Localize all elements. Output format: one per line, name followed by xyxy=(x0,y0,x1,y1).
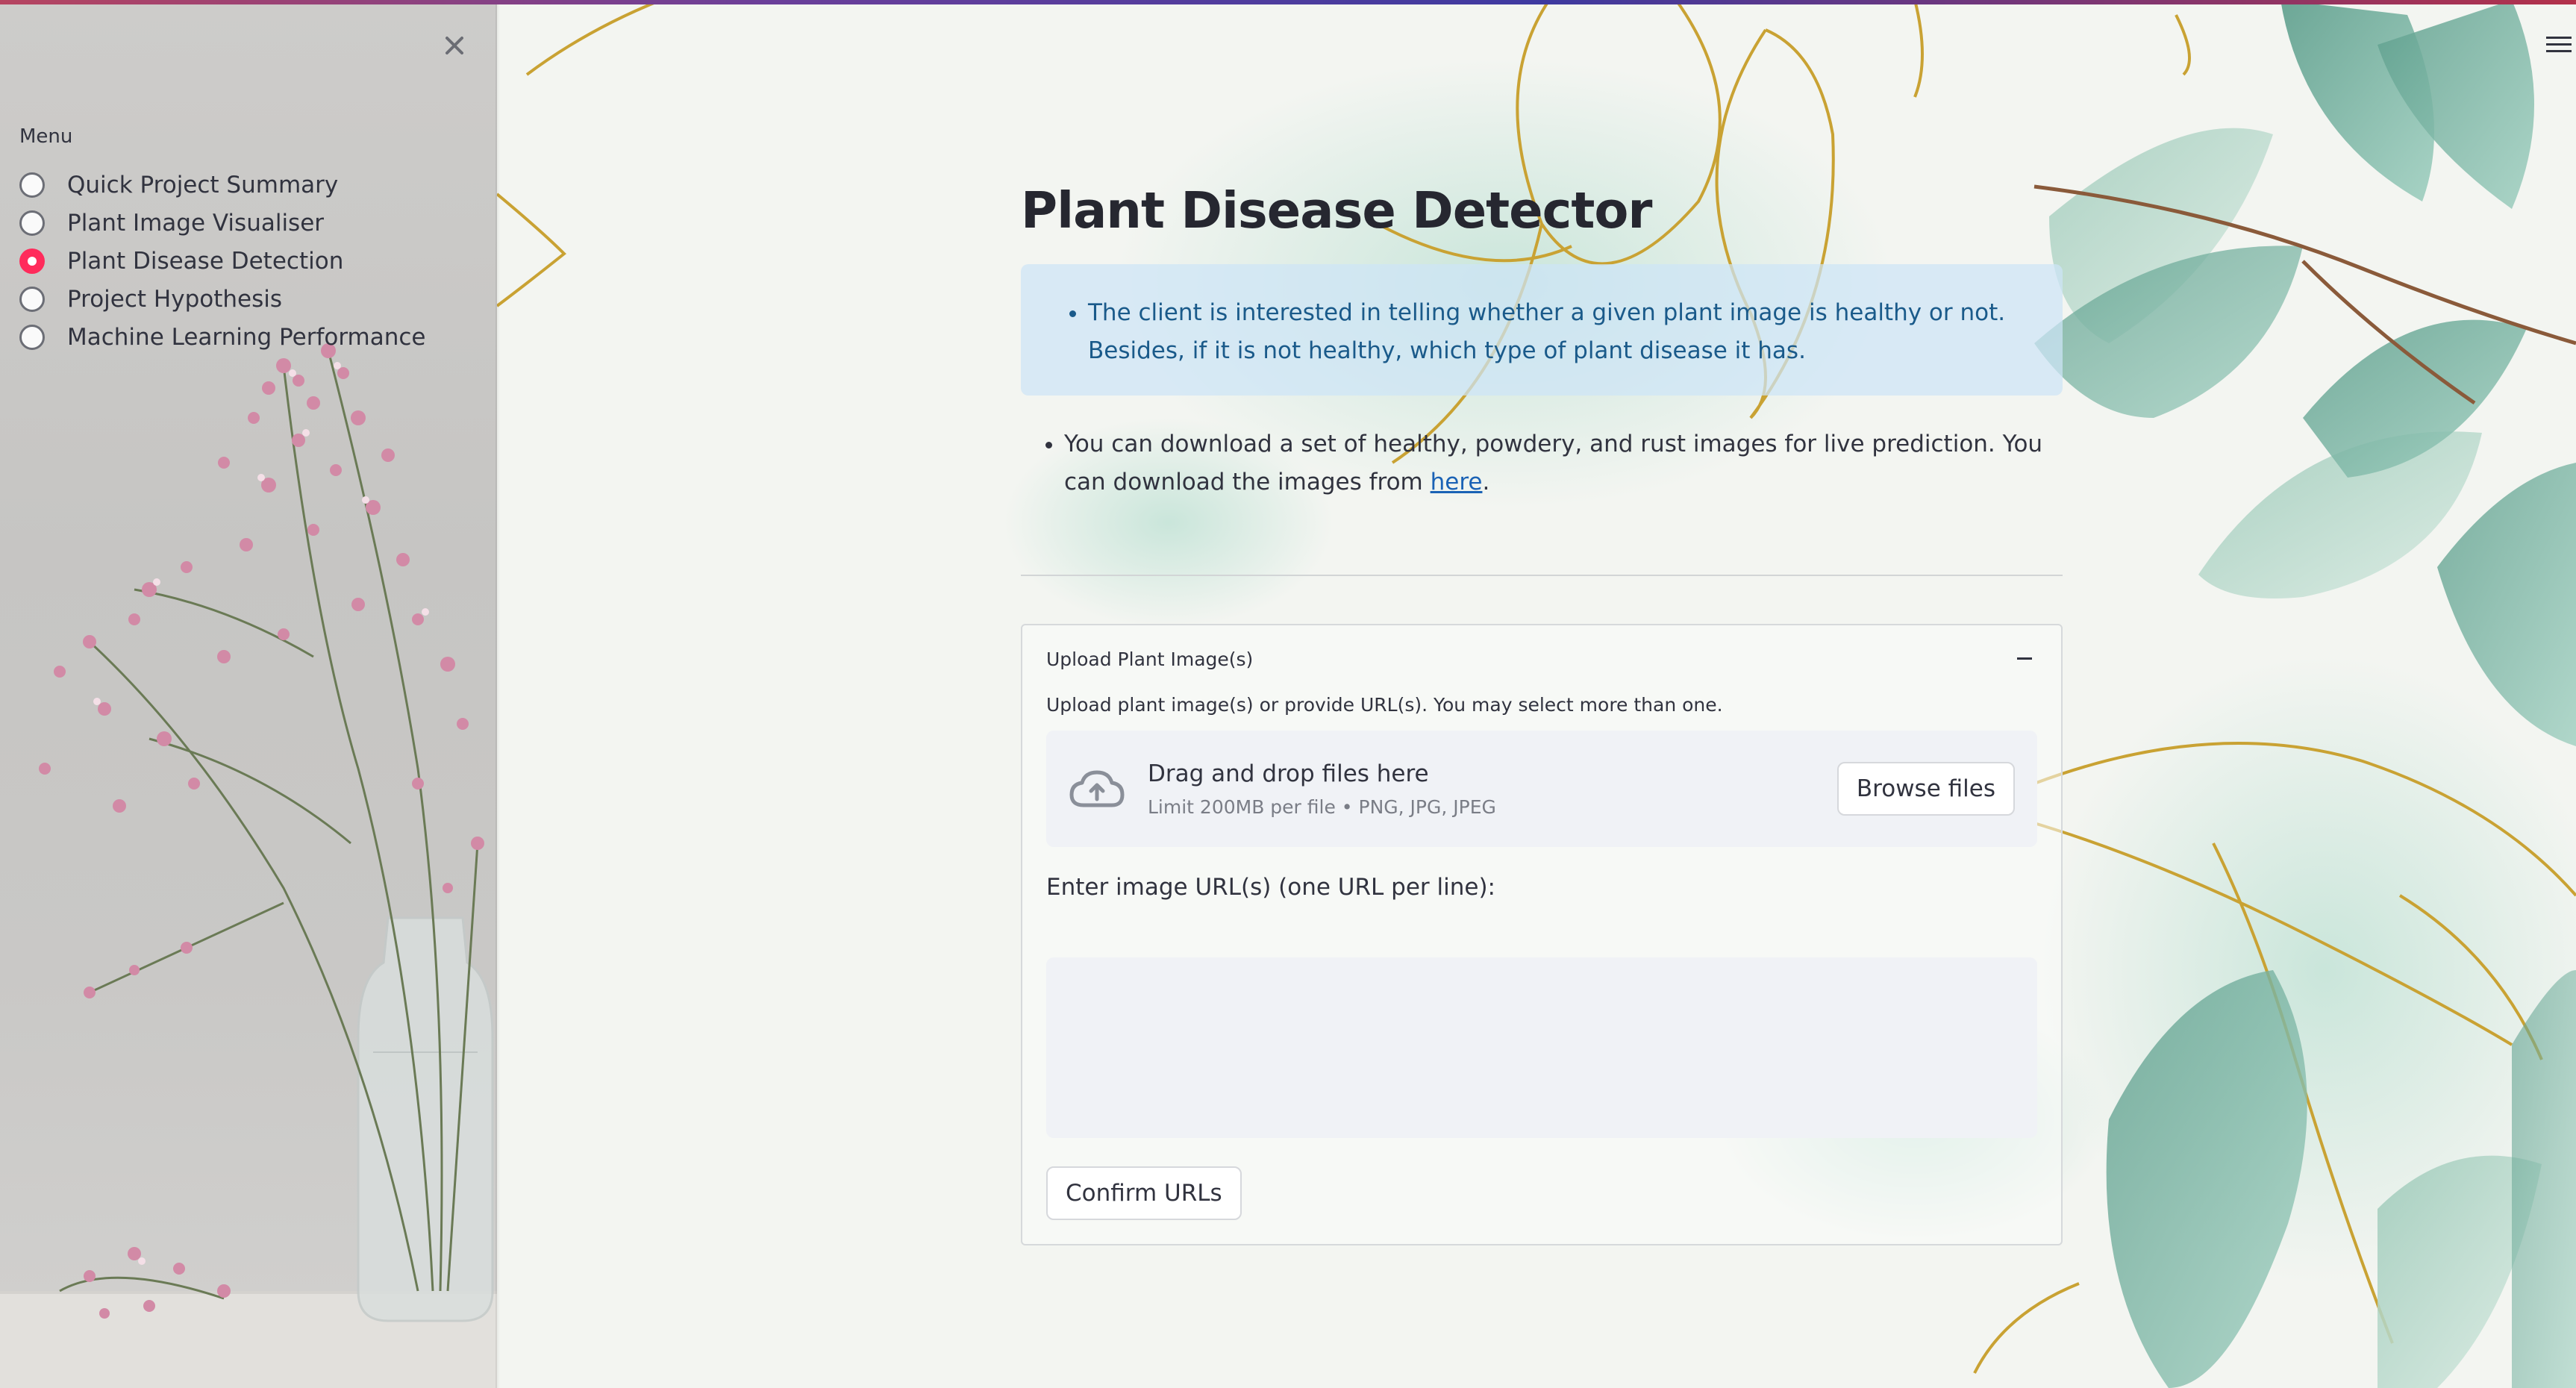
url-input-label: Enter image URL(s) (one URL per line): xyxy=(1046,874,1495,901)
menu-radio-group: Quick Project Summary Plant Image Visual… xyxy=(19,166,426,356)
minus-icon xyxy=(2017,657,2032,660)
expander-title: Upload Plant Image(s) xyxy=(1046,648,1254,670)
main-content: Plant Disease Detector The client is int… xyxy=(1021,149,2063,1245)
menu-item-project-hypothesis[interactable]: Project Hypothesis xyxy=(19,280,426,318)
page-title: Plant Disease Detector xyxy=(1021,181,1652,240)
sidebar-edge xyxy=(495,0,500,1388)
menu-item-label: Project Hypothesis xyxy=(67,285,283,313)
menu-item-label: Machine Learning Performance xyxy=(67,323,426,351)
download-end: . xyxy=(1482,469,1490,496)
radio-button[interactable] xyxy=(19,210,45,236)
flower-vase-image xyxy=(0,343,497,1388)
file-dropzone[interactable]: Drag and drop files here Limit 200MB per… xyxy=(1046,731,2037,847)
close-icon xyxy=(446,37,463,54)
download-list-item: You can download a set of healthy, powde… xyxy=(1064,425,2063,501)
dropzone-limit: Limit 200MB per file • PNG, JPG, JPEG xyxy=(1148,795,1496,818)
info-text: The client is interested in telling whet… xyxy=(1088,294,2040,370)
radio-button[interactable] xyxy=(19,324,45,350)
info-alert: The client is interested in telling whet… xyxy=(1021,264,2063,396)
radio-button-selected[interactable] xyxy=(19,248,45,274)
dropzone-text: Drag and drop files here Limit 200MB per… xyxy=(1148,760,1496,818)
menu-title: Menu xyxy=(19,125,73,148)
download-link[interactable]: here xyxy=(1431,469,1483,496)
browse-files-button[interactable]: Browse files xyxy=(1836,762,2015,816)
dropzone-instructions: Drag and drop files here Limit 200MB per… xyxy=(1069,760,1496,818)
menu-item-plant-image-visualiser[interactable]: Plant Image Visualiser xyxy=(19,204,426,242)
top-decoration-bar xyxy=(0,0,2576,4)
app-window: Menu Quick Project Summary Plant Image V… xyxy=(0,0,2576,1388)
upload-description: Upload plant image(s) or provide URL(s).… xyxy=(1046,694,1723,716)
main-menu-icon[interactable] xyxy=(2546,30,2576,60)
cloud-upload-icon xyxy=(1069,770,1125,807)
confirm-urls-button[interactable]: Confirm URLs xyxy=(1046,1166,1242,1220)
url-textarea[interactable] xyxy=(1046,957,2037,1138)
radio-button[interactable] xyxy=(19,172,45,198)
upload-expander: Upload Plant Image(s) Upload plant image… xyxy=(1021,624,2063,1245)
close-sidebar-button[interactable] xyxy=(436,27,473,64)
collapse-button[interactable] xyxy=(2012,646,2037,672)
dropzone-title: Drag and drop files here xyxy=(1148,760,1429,787)
menu-item-label: Quick Project Summary xyxy=(67,171,339,198)
radio-button[interactable] xyxy=(19,286,45,312)
divider xyxy=(1021,575,2063,576)
menu-item-quick-project-summary[interactable]: Quick Project Summary xyxy=(19,166,426,204)
confirm-row: Confirm URLs xyxy=(1046,1166,2037,1220)
menu-item-label: Plant Disease Detection xyxy=(67,247,344,275)
download-text: You can download a set of healthy, powde… xyxy=(1064,431,2043,496)
menu-item-machine-learning-performance[interactable]: Machine Learning Performance xyxy=(19,318,426,356)
expander-header[interactable]: Upload Plant Image(s) xyxy=(1046,646,2037,672)
menu-item-plant-disease-detection[interactable]: Plant Disease Detection xyxy=(19,242,426,280)
sidebar: Menu Quick Project Summary Plant Image V… xyxy=(0,0,497,1388)
menu-item-label: Plant Image Visualiser xyxy=(67,209,325,237)
download-note: You can download a set of healthy, powde… xyxy=(1021,425,2063,501)
